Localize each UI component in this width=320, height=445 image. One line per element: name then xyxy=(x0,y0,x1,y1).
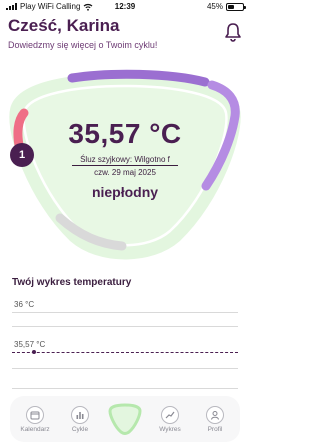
tick-label-36: 36 °C xyxy=(14,300,35,309)
grid-line xyxy=(12,326,238,327)
tab-cycles-label: Cykle xyxy=(71,425,89,433)
status-bar: Play WiFi Calling 12:39 45% xyxy=(0,0,250,14)
app-screen: Play WiFi Calling 12:39 45% Cześć, Karin… xyxy=(0,0,250,445)
tab-bar: Kalendarz Cykle Wykres Profil xyxy=(10,396,240,442)
cycle-ring-icon xyxy=(108,403,142,435)
status-right: 45% xyxy=(206,2,246,11)
temperature-chart[interactable]: 36 °C 35,57 °C xyxy=(12,296,238,396)
temperature-point[interactable] xyxy=(32,350,36,354)
mucus-info[interactable]: Śluz szyjkowy: Wilgotno f xyxy=(72,155,178,166)
current-temperature-line xyxy=(12,352,238,353)
tab-chart[interactable]: Wykres xyxy=(149,405,191,433)
grid-line xyxy=(12,388,238,389)
chart-icon xyxy=(71,405,89,424)
tab-calendar-label: Kalendarz xyxy=(20,425,50,433)
tick-label-current: 35,57 °C xyxy=(14,340,46,349)
greeting-subtitle: Dowiedzmy się więcej o Twoim cyklu! xyxy=(8,40,158,50)
greeting-title: Cześć, Karina xyxy=(8,16,120,35)
tab-calendar[interactable]: Kalendarz xyxy=(14,405,56,433)
battery-percent: 45% xyxy=(206,2,223,11)
profile-icon xyxy=(206,405,224,424)
temperature-value: 35,57 °C xyxy=(68,118,182,149)
fertility-status: niepłodny xyxy=(91,184,159,200)
calendar-icon xyxy=(26,405,44,424)
chart-title: Twój wykres temperatury xyxy=(12,277,132,288)
grid-line xyxy=(12,312,238,313)
current-date: czw. 29 maj 2025 xyxy=(94,168,156,177)
tab-cycles[interactable]: Cykle xyxy=(59,405,101,433)
grid-line xyxy=(12,368,238,369)
tab-profile[interactable]: Profil xyxy=(194,405,236,433)
battery-icon xyxy=(226,2,246,11)
tab-home[interactable] xyxy=(104,399,146,439)
battery-level xyxy=(228,4,234,9)
tab-chart-label: Wykres xyxy=(159,425,181,433)
trend-icon xyxy=(161,405,179,424)
bell-icon[interactable] xyxy=(224,22,242,42)
tab-profile-label: Profil xyxy=(207,425,223,433)
